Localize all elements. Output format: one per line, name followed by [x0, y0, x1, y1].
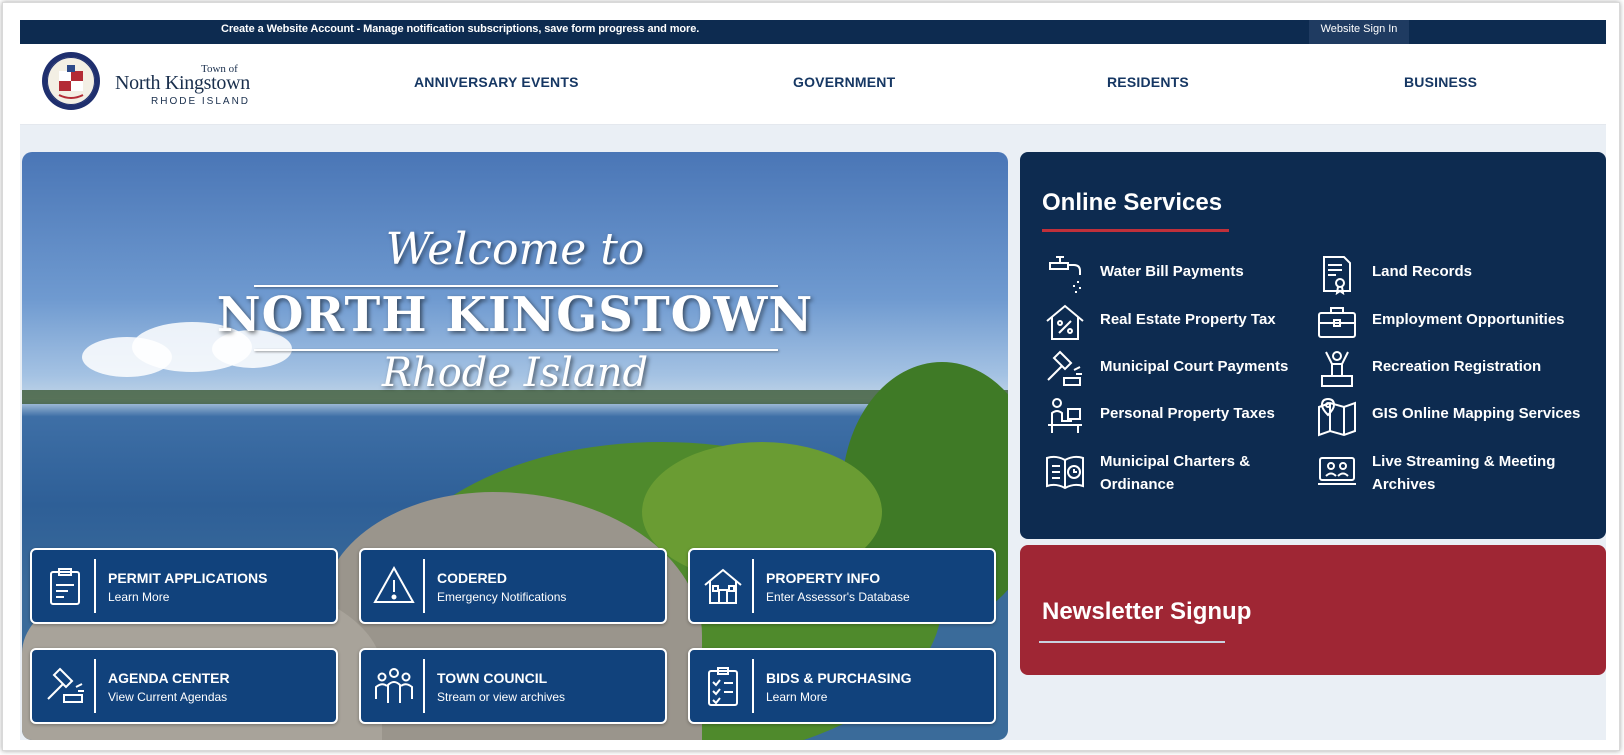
site-header: Town of North Kingstown RHODE ISLAND ANN…	[20, 44, 1606, 125]
tile-separator	[94, 559, 96, 613]
online-services-panel: Online Services Water Bill Payments Land…	[1020, 152, 1606, 539]
checklist-icon	[708, 667, 738, 706]
gavel-icon	[1047, 350, 1082, 386]
newsletter-signup-panel[interactable]: Newsletter Signup	[1020, 545, 1606, 675]
newsletter-title: Newsletter Signup	[1042, 598, 1252, 625]
tile-title: BIDS & PURCHASING	[766, 670, 912, 686]
tile-separator	[423, 559, 425, 613]
tile-separator	[752, 559, 754, 613]
newsletter-underline	[1039, 641, 1225, 643]
tile-subtitle: View Current Agendas	[108, 690, 228, 704]
tile-permit-applications[interactable]: PERMIT APPLICATIONS Learn More	[30, 548, 338, 624]
house-percent-icon	[1046, 304, 1084, 340]
browser-frame: Create a Website Account - Manage notifi…	[2, 2, 1620, 751]
hero-state-name: Rhode Island	[381, 350, 649, 396]
website-sign-in-button[interactable]: Website Sign In	[1309, 20, 1409, 44]
nav-anniversary-events[interactable]: ANNIVERSARY EVENTS	[414, 74, 579, 90]
tile-title: AGENDA CENTER	[108, 670, 230, 686]
tile-subtitle: Emergency Notifications	[437, 590, 567, 604]
person-podium-icon	[1321, 351, 1353, 387]
video-meeting-icon	[1318, 457, 1356, 485]
service-label: Water Bill Payments	[1100, 263, 1244, 280]
tile-title: CODERED	[437, 570, 508, 586]
create-account-link[interactable]: Create a Website Account - Manage notifi…	[221, 23, 699, 35]
tile-subtitle: Learn More	[766, 690, 828, 704]
briefcase-icon	[1318, 307, 1356, 338]
map-pin-icon	[1318, 397, 1356, 437]
tile-property-info[interactable]: PROPERTY INFO Enter Assessor's Database	[688, 548, 996, 624]
account-bar: Create a Website Account - Manage notifi…	[20, 20, 1606, 44]
gavel-icon	[47, 667, 84, 703]
online-services-title: Online Services	[1042, 189, 1223, 216]
nav-residents[interactable]: RESIDENTS	[1107, 74, 1189, 90]
tile-separator	[752, 659, 754, 713]
person-desk-icon	[1048, 398, 1082, 433]
tile-town-council[interactable]: TOWN COUNCIL Stream or view archives	[359, 648, 667, 724]
service-label: Personal Property Taxes	[1100, 405, 1275, 422]
service-label: Live Streaming & Meeting Archives	[1372, 453, 1556, 493]
tile-agenda-center[interactable]: AGENDA CENTER View Current Agendas	[30, 648, 338, 724]
tile-subtitle: Stream or view archives	[437, 690, 566, 704]
brand-state: RHODE ISLAND	[151, 96, 251, 107]
house-icon	[704, 568, 742, 604]
warning-icon	[373, 565, 415, 603]
brand-town-name: North Kingstown	[115, 72, 250, 94]
service-label: Land Records	[1372, 263, 1473, 280]
service-label: Municipal Charters & Ordinance	[1100, 453, 1251, 493]
service-label: Employment Opportunities	[1372, 311, 1565, 328]
tile-subtitle: Learn More	[108, 590, 170, 604]
people-group-icon	[375, 668, 413, 703]
tile-title: PERMIT APPLICATIONS	[108, 570, 268, 586]
online-services-underline	[1042, 229, 1229, 232]
nav-business[interactable]: BUSINESS	[1404, 74, 1477, 90]
service-label: Municipal Court Payments	[1100, 358, 1289, 375]
tile-codered[interactable]: CODERED Emergency Notifications	[359, 548, 667, 624]
tile-separator	[423, 659, 425, 713]
service-label: GIS Online Mapping Services	[1372, 405, 1581, 422]
tile-title: PROPERTY INFO	[766, 570, 881, 586]
tile-title: TOWN COUNCIL	[437, 670, 548, 686]
hero-town-name: NORTH KINGSTOWN	[216, 287, 814, 343]
hero-banner: Welcome to NORTH KINGSTOWN Rhode Island …	[22, 152, 1008, 740]
tile-subtitle: Enter Assessor's Database	[766, 590, 910, 604]
hero-welcome-to: Welcome to	[385, 224, 645, 275]
service-label: Real Estate Property Tax	[1100, 311, 1276, 328]
town-seal-logo[interactable]	[41, 51, 101, 111]
tile-bids-purchasing[interactable]: BIDS & PURCHASING Learn More	[688, 648, 996, 724]
tile-separator	[94, 659, 96, 713]
certificate-icon	[1323, 256, 1351, 295]
service-label: Recreation Registration	[1372, 358, 1542, 375]
permit-clipboard-icon	[50, 568, 80, 605]
book-clock-icon	[1046, 455, 1084, 490]
faucet-icon	[1049, 256, 1081, 293]
nav-government[interactable]: GOVERNMENT	[793, 74, 895, 90]
